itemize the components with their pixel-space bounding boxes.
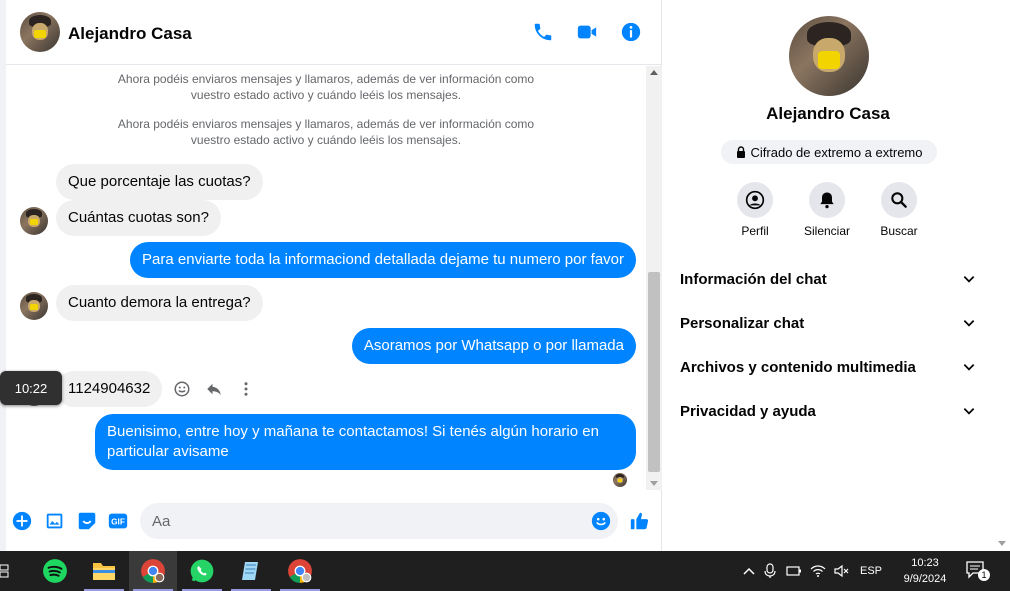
message-scrollbar[interactable] xyxy=(646,66,662,490)
system-note: Ahora podéis enviaros mensajes y llamaro… xyxy=(117,72,535,102)
sticker-icon[interactable] xyxy=(76,510,98,532)
mute-button[interactable]: Silenciar xyxy=(797,182,857,238)
chat-info-panel: Alejandro Casa Cifrado de extremo a extr… xyxy=(663,0,993,551)
scroll-thumb[interactable] xyxy=(648,272,660,472)
read-receipt-avatar xyxy=(613,473,627,487)
phone-icon[interactable] xyxy=(531,20,555,44)
mute-label: Silenciar xyxy=(803,224,851,238)
more-options-icon[interactable] xyxy=(235,378,257,400)
whatsapp-icon[interactable] xyxy=(178,551,226,591)
chrome-profile-icon[interactable] xyxy=(276,551,324,591)
section-label: Personalizar chat xyxy=(680,314,805,332)
notification-center-icon[interactable]: 1 xyxy=(966,561,990,583)
encryption-label: Cifrado de extremo a extremo xyxy=(750,144,923,160)
chevron-down-icon xyxy=(963,320,975,327)
battery-icon[interactable] xyxy=(782,566,806,576)
react-emoji-icon[interactable] xyxy=(171,378,193,400)
message-input-box[interactable] xyxy=(140,503,618,539)
section-media-files[interactable]: Archivos y contenido multimedia xyxy=(663,345,993,389)
clock-time: 10:23 xyxy=(911,557,939,569)
chat-column: Alejandro Casa Ahora podéis enviaros men… xyxy=(0,0,662,551)
section-label: Información del chat xyxy=(680,270,827,288)
message-list: Ahora podéis enviaros mensajes y llamaro… xyxy=(6,66,646,490)
scroll-up-arrow-icon[interactable] xyxy=(650,70,658,75)
profile-button[interactable]: Perfil xyxy=(725,182,785,238)
gif-icon[interactable]: GIF xyxy=(107,510,129,532)
incoming-message[interactable]: Que porcentaje las cuotas? xyxy=(56,164,263,200)
chevron-up-icon[interactable] xyxy=(740,567,758,575)
gallery-icon[interactable] xyxy=(44,510,66,532)
lock-icon xyxy=(736,146,745,158)
volume-muted-icon[interactable] xyxy=(830,565,854,577)
chevron-down-icon xyxy=(963,408,975,415)
contact-avatar-small xyxy=(20,292,48,320)
scroll-down-arrow-icon[interactable] xyxy=(650,481,658,486)
section-customize-chat[interactable]: Personalizar chat xyxy=(663,301,993,345)
messenger-app: Alejandro Casa Ahora podéis enviaros men… xyxy=(0,0,1010,551)
profile-label: Perfil xyxy=(741,224,769,238)
emoji-icon[interactable] xyxy=(590,510,612,532)
contact-name[interactable]: Alejandro Casa xyxy=(68,24,192,44)
contact-avatar-small xyxy=(20,207,48,235)
chat-header: Alejandro Casa xyxy=(6,0,662,65)
profile-icon xyxy=(745,190,765,210)
chevron-down-icon xyxy=(963,276,975,283)
reply-icon[interactable] xyxy=(203,378,225,400)
outgoing-message[interactable]: Para enviarte toda la informaciond detal… xyxy=(130,242,636,278)
system-note: Ahora podéis enviaros mensajes y llamaro… xyxy=(117,117,535,147)
like-thumb-icon[interactable] xyxy=(629,510,651,532)
system-tray: ESP xyxy=(740,551,888,591)
contact-avatar[interactable] xyxy=(20,12,60,52)
outgoing-message[interactable]: Buenisimo, entre hoy y mañana te contact… xyxy=(95,414,636,470)
encryption-badge[interactable]: Cifrado de extremo a extremo xyxy=(721,140,937,164)
bell-icon xyxy=(820,192,834,209)
search-label: Buscar xyxy=(880,224,918,238)
video-icon[interactable] xyxy=(575,20,599,44)
section-label: Privacidad y ayuda xyxy=(680,402,816,420)
incoming-message[interactable]: Cuanto demora la entrega? xyxy=(56,285,263,321)
incoming-message[interactable]: Cuántas cuotas son? xyxy=(56,200,221,236)
clock-date: 9/9/2024 xyxy=(903,573,947,585)
microphone-icon[interactable] xyxy=(758,563,782,579)
panel-contact-name: Alejandro Casa xyxy=(766,104,890,123)
task-view-icon[interactable] xyxy=(0,551,16,591)
scroll-down-arrow-icon[interactable] xyxy=(998,541,1006,546)
outgoing-message[interactable]: Asoramos por Whatsapp o por llamada xyxy=(351,328,636,364)
search-icon xyxy=(891,192,907,208)
file-explorer-icon[interactable] xyxy=(80,551,128,591)
info-icon[interactable] xyxy=(619,20,643,44)
notepad-icon[interactable] xyxy=(227,551,275,591)
language-indicator[interactable]: ESP xyxy=(854,565,888,577)
composer: GIF xyxy=(6,494,662,551)
spotify-icon[interactable] xyxy=(31,551,79,591)
taskbar-clock[interactable]: 10:23 9/9/2024 xyxy=(893,555,957,587)
section-privacy-help[interactable]: Privacidad y ayuda xyxy=(663,389,993,433)
wifi-icon[interactable] xyxy=(806,565,830,577)
svg-text:GIF: GIF xyxy=(111,518,125,527)
incoming-message[interactable]: 1124904632 xyxy=(56,371,163,407)
contact-avatar-large[interactable] xyxy=(789,16,869,96)
message-input[interactable] xyxy=(152,503,572,539)
chevron-down-icon xyxy=(963,364,975,371)
search-button[interactable]: Buscar xyxy=(869,182,929,238)
chrome-icon[interactable] xyxy=(129,551,177,591)
page-scrollbar[interactable] xyxy=(993,0,1010,551)
section-label: Archivos y contenido multimedia xyxy=(680,358,916,376)
message-actions xyxy=(171,378,257,400)
windows-taskbar: ESP 10:23 9/9/2024 1 xyxy=(0,551,1010,591)
time-tooltip: 10:22 xyxy=(0,371,62,405)
section-chat-info[interactable]: Información del chat xyxy=(663,257,993,301)
plus-icon[interactable] xyxy=(11,510,33,532)
notification-badge: 1 xyxy=(978,569,990,581)
